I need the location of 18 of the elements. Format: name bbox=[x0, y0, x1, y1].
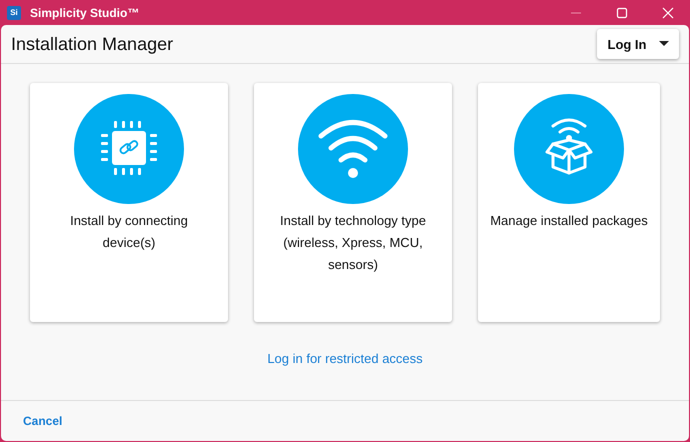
chip-icon bbox=[74, 94, 184, 204]
window-title: Simplicity Studio™ bbox=[30, 6, 140, 20]
option-card[interactable]: Manage installed packages bbox=[478, 83, 660, 322]
package-icon bbox=[514, 94, 624, 204]
card-label: Install by technology type (wireless, Xpress, MCU, sensors) bbox=[279, 212, 427, 274]
page-title: Installation Manager bbox=[11, 34, 174, 54]
cancel-button[interactable]: Cancel bbox=[13, 410, 72, 432]
option-card[interactable]: Install by technology type (wireless, Xpress, MCU, sensors) bbox=[254, 83, 452, 322]
maximize-icon[interactable] bbox=[616, 6, 628, 18]
card-label: Install by connecting device(s) bbox=[69, 212, 189, 252]
login-button[interactable]: Log In bbox=[597, 29, 679, 59]
app-logo: Si bbox=[7, 6, 21, 20]
wifi-icon bbox=[298, 94, 408, 204]
caret-icon bbox=[658, 41, 668, 47]
restricted-access-link[interactable]: Log in for restricted access bbox=[267, 351, 423, 366]
card-label: Manage installed packages bbox=[490, 212, 648, 230]
option-card[interactable]: Install by connecting device(s) bbox=[30, 83, 228, 322]
close-icon[interactable] bbox=[662, 6, 674, 18]
